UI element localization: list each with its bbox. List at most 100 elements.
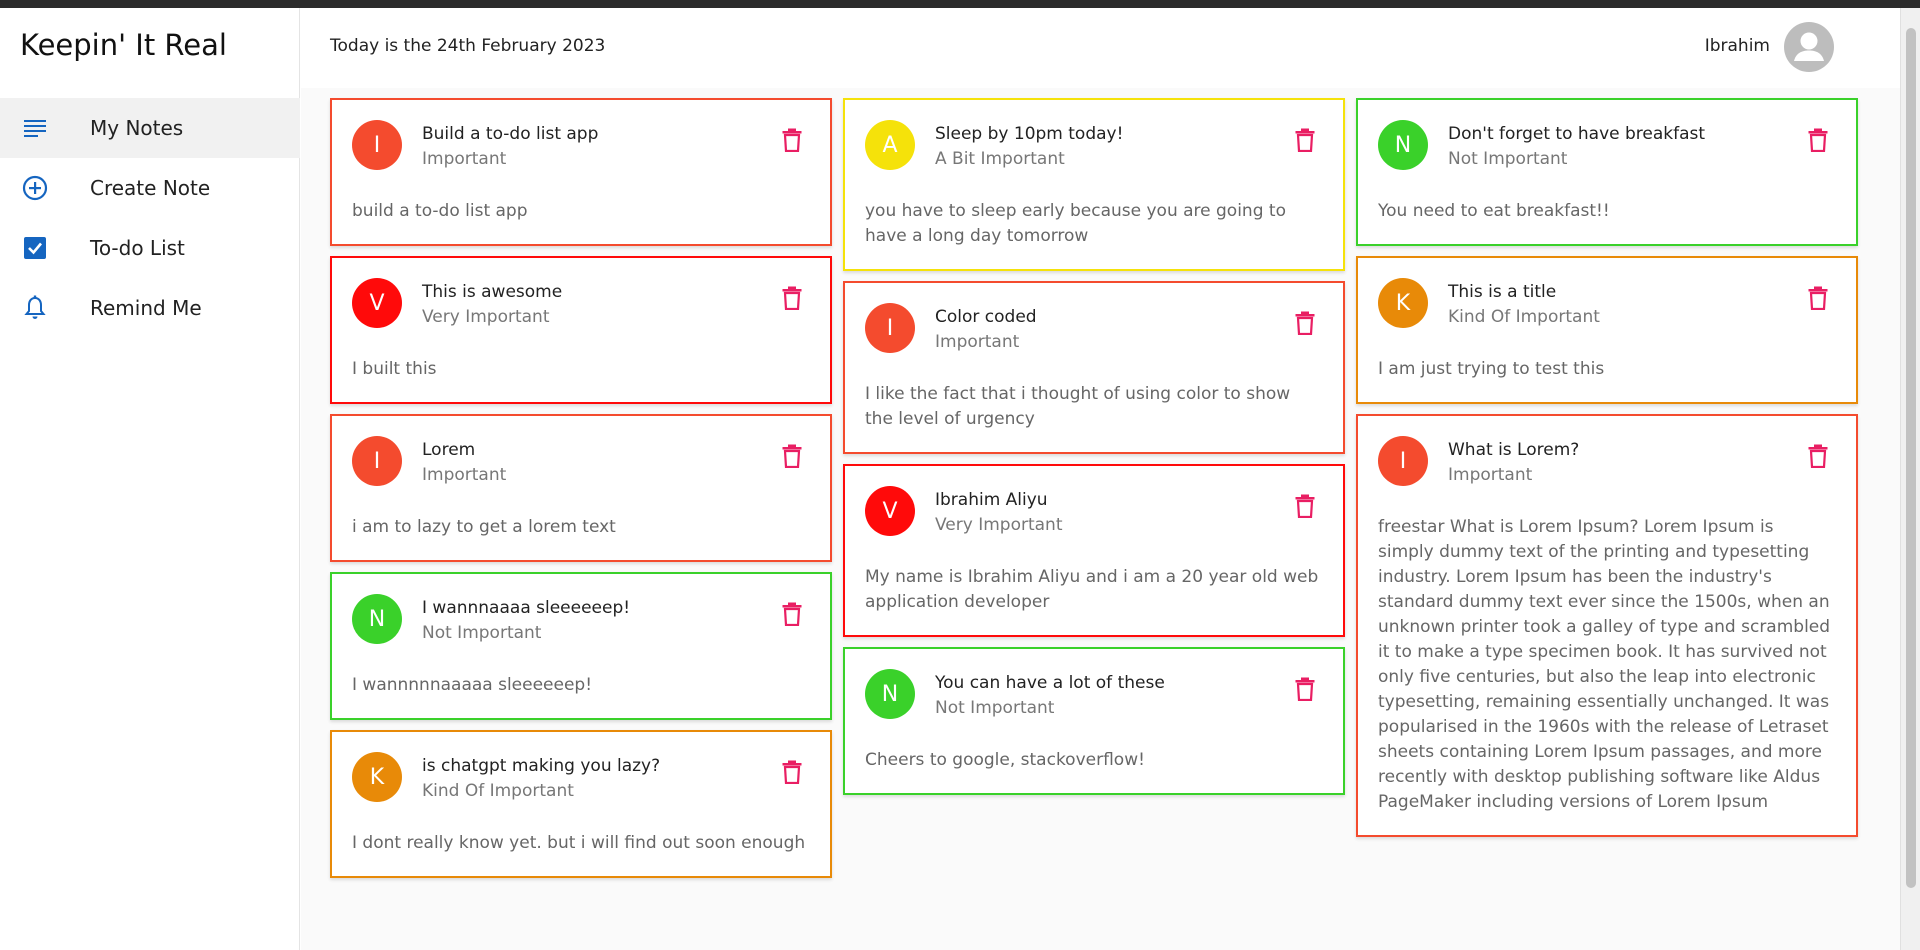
sidebar-nav: My Notes Create Note To-do List Remind M… [0,98,300,338]
note-body: My name is Ibrahim Aliyu and i am a 20 y… [865,567,1319,612]
note-avatar: N [1378,120,1428,170]
note-avatar: K [1378,278,1428,328]
note-card-header: I Color coded Important [865,303,1323,363]
note-card-header: N Don't forget to have breakfast Not Imp… [1378,120,1836,180]
note-card: K is chatgpt making you lazy? Kind Of Im… [330,730,832,878]
note-titles: Sleep by 10pm today! A Bit Important [935,122,1123,172]
note-card: N Don't forget to have breakfast Not Imp… [1356,98,1858,246]
note-card: A Sleep by 10pm today! A Bit Important y… [843,98,1345,271]
trash-icon[interactable] [782,444,802,468]
scrollbar-thumb[interactable] [1906,28,1916,888]
note-card-header: V This is awesome Very Important [352,278,810,338]
note-category: Kind Of Important [422,781,574,801]
note-avatar: A [865,120,915,170]
note-card-header: A Sleep by 10pm today! A Bit Important [865,120,1323,180]
note-card-header: N I wannnaaaa sleeeeeep! Not Important [352,594,810,654]
sidebar-item-create-note[interactable]: Create Note [0,158,300,218]
note-titles: is chatgpt making you lazy? Kind Of Impo… [422,754,660,804]
add-circle-icon [22,175,48,201]
app-brand: Keepin' It Real [20,28,227,62]
sidebar-item-remind-me[interactable]: Remind Me [0,278,300,338]
note-category: A Bit Important [935,149,1065,169]
note-title: This is a title [1448,282,1557,302]
trash-icon[interactable] [1295,311,1315,335]
note-titles: This is a title Kind Of Important [1448,280,1600,330]
sidebar-item-label: To-do List [90,236,185,260]
note-card-header: K This is a title Kind Of Important [1378,278,1836,338]
note-category: Important [422,149,507,169]
note-category: Very Important [422,307,550,327]
trash-icon[interactable] [782,760,802,784]
sidebar: Keepin' It Real My Notes Create Note To-… [0,8,300,950]
note-title: Lorem [422,440,476,460]
note-body: I am just trying to test this [1378,359,1605,379]
checkbox-icon [22,235,48,261]
note-body: I like the fact that i thought of using … [865,384,1291,429]
note-category: Not Important [422,623,542,643]
note-title: Color coded [935,307,1037,327]
app-header: Today is the 24th February 2023 Ibrahim [301,8,1900,88]
list-icon [22,115,48,141]
note-body: I wannnnnaaaaa sleeeeeep! [352,675,593,695]
page-scrollbar[interactable] [1900,8,1920,950]
note-card: N I wannnaaaa sleeeeeep! Not Important I… [330,572,832,720]
note-avatar: I [352,120,402,170]
note-card: I What is Lorem? Important freestar What… [1356,414,1858,837]
note-category: Not Important [1448,149,1568,169]
trash-icon[interactable] [1295,677,1315,701]
note-title: You can have a lot of these [935,673,1165,693]
sidebar-item-label: My Notes [90,116,184,140]
note-avatar: N [865,669,915,719]
date-text: Today is the 24th February 2023 [330,36,606,56]
note-card-header: I Build a to-do list app Important [352,120,810,180]
note-card: V Ibrahim Aliyu Very Important My name i… [843,464,1345,637]
note-titles: Color coded Important [935,305,1037,355]
trash-icon[interactable] [782,286,802,310]
avatar[interactable] [1784,22,1834,72]
user-name: Ibrahim [1704,36,1770,56]
note-title: Ibrahim Aliyu [935,490,1048,510]
note-category: Important [422,465,507,485]
note-titles: You can have a lot of these Not Importan… [935,671,1165,721]
note-avatar: V [352,278,402,328]
sidebar-item-label: Create Note [90,176,211,200]
note-category: Kind Of Important [1448,307,1600,327]
trash-icon[interactable] [1295,494,1315,518]
note-body: I dont really know yet. but i will find … [352,833,806,853]
sidebar-item-todo-list[interactable]: To-do List [0,218,300,278]
sidebar-item-my-notes[interactable]: My Notes [0,98,300,158]
note-body: i am to lazy to get a lorem text [352,517,616,537]
note-card-header: K is chatgpt making you lazy? Kind Of Im… [352,752,810,812]
trash-icon[interactable] [1808,444,1828,468]
note-body: You need to eat breakfast!! [1378,201,1610,221]
note-avatar: I [1378,436,1428,486]
note-title: is chatgpt making you lazy? [422,756,661,776]
note-card-header: I Lorem Important [352,436,810,496]
note-title: I wannnaaaa sleeeeeep! [422,598,631,618]
note-card-header: V Ibrahim Aliyu Very Important [865,486,1323,546]
person-icon [1794,32,1824,61]
trash-icon[interactable] [1808,286,1828,310]
trash-icon[interactable] [782,128,802,152]
note-body: Cheers to google, stackoverflow! [865,750,1145,770]
note-card: N You can have a lot of these Not Import… [843,647,1345,795]
note-card: K This is a title Kind Of Important I am… [1356,256,1858,404]
note-category: Not Important [935,698,1055,718]
note-title: Don't forget to have breakfast [1448,124,1706,144]
note-category: Very Important [935,515,1063,535]
note-avatar: N [352,594,402,644]
note-titles: Don't forget to have breakfast Not Impor… [1448,122,1705,172]
note-avatar: K [352,752,402,802]
trash-icon[interactable] [1808,128,1828,152]
note-card-header: I What is Lorem? Important [1378,436,1836,496]
note-category: Important [935,332,1020,352]
notes-column: A Sleep by 10pm today! A Bit Important y… [843,98,1345,805]
note-titles: What is Lorem? Important [1448,438,1579,488]
note-category: Important [1448,465,1533,485]
bell-icon [22,295,48,321]
trash-icon[interactable] [1295,128,1315,152]
notes-column: I Build a to-do list app Important build… [330,98,832,888]
note-avatar: V [865,486,915,536]
note-body: I built this [352,359,437,379]
trash-icon[interactable] [782,602,802,626]
